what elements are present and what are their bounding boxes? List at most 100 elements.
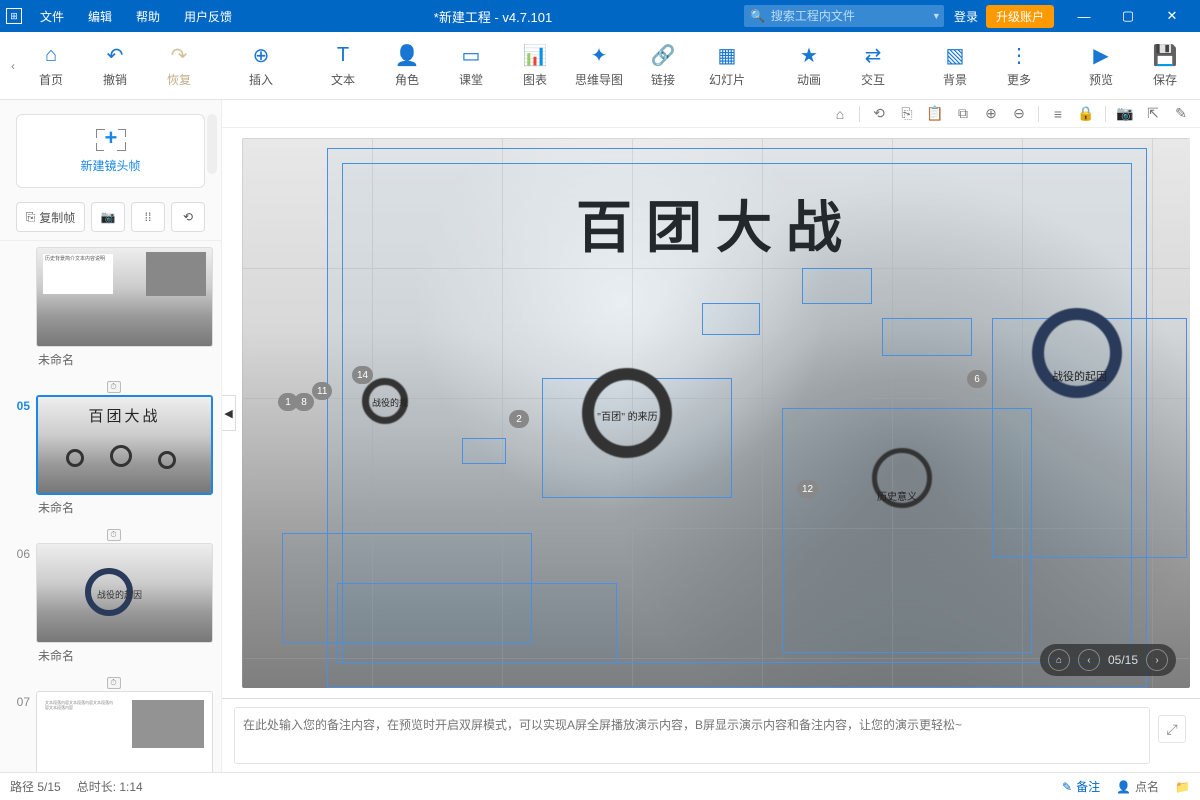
mindmap-button[interactable]: ✦思维导图 bbox=[568, 38, 630, 94]
chart-button-label: 图表 bbox=[523, 71, 547, 88]
thumb-number: 06 bbox=[6, 543, 30, 561]
toolbar-scroll-left[interactable]: ‹ bbox=[6, 59, 20, 73]
ink-circle-icon[interactable] bbox=[1032, 308, 1122, 398]
camera-button[interactable]: 📷 bbox=[91, 202, 125, 232]
interact-button[interactable]: ⇄交互 bbox=[842, 38, 904, 94]
lock-icon[interactable]: 🔒 bbox=[1077, 105, 1095, 122]
canvas-label[interactable]: "百团" 的来历 bbox=[597, 408, 658, 423]
refresh-button[interactable]: ⟲ bbox=[171, 202, 205, 232]
notes-input[interactable] bbox=[234, 707, 1150, 764]
minimize-button[interactable]: — bbox=[1062, 0, 1106, 32]
canvas-label[interactable]: 战役的规 bbox=[372, 396, 408, 409]
folder-button[interactable]: 📁 bbox=[1175, 780, 1190, 794]
copy-icon[interactable]: ⎘ bbox=[898, 105, 916, 122]
animation-button[interactable]: ★动画 bbox=[778, 38, 840, 94]
rotate-left-icon[interactable]: ⟲ bbox=[870, 105, 888, 122]
edit-icon[interactable]: ✎ bbox=[1172, 105, 1190, 122]
close-button[interactable]: ✕ bbox=[1150, 0, 1194, 32]
collapse-sidebar-button[interactable]: ◀ bbox=[222, 395, 236, 431]
next-slide-button[interactable]: › bbox=[1146, 649, 1168, 671]
copy-frame-label: 复制帧 bbox=[39, 209, 75, 226]
canvas-pager: ⌂ ‹ 05/15 › bbox=[1040, 644, 1176, 676]
redo-button[interactable]: ↷ 恢复 bbox=[148, 38, 210, 94]
paste-icon[interactable]: 📋 bbox=[926, 105, 944, 122]
insert-button-label: 插入 bbox=[249, 71, 273, 88]
menu-0[interactable]: 文件 bbox=[30, 4, 74, 29]
chart-button[interactable]: 📊图表 bbox=[504, 38, 566, 94]
home-icon[interactable]: ⌂ bbox=[831, 106, 849, 122]
chevron-down-icon[interactable]: ▼ bbox=[932, 11, 941, 21]
role-button[interactable]: 👤角色 bbox=[376, 38, 438, 94]
element-badge: 11 bbox=[312, 382, 332, 400]
undo-button[interactable]: ↶撤销 bbox=[84, 38, 146, 94]
canvas-label[interactable]: 战役的起因 bbox=[1052, 368, 1107, 384]
canvas-label[interactable]: 历史意义 bbox=[877, 488, 917, 503]
element-badge: 8 bbox=[294, 393, 314, 411]
search-input[interactable] bbox=[771, 9, 926, 23]
page-indicator: 05/15 bbox=[1108, 653, 1138, 667]
stack-icon[interactable]: ⧉ bbox=[954, 105, 972, 122]
timer-icon: ⏱ bbox=[107, 529, 121, 541]
timer-icon: ⏱ bbox=[107, 381, 121, 393]
selection-box[interactable] bbox=[882, 318, 972, 356]
animation-button-icon: ★ bbox=[797, 43, 821, 67]
thumbnail[interactable]: 历史背景简介文本内容说明 bbox=[36, 247, 213, 347]
home-nav-button[interactable]: ⌂ bbox=[1048, 649, 1070, 671]
slide-button[interactable]: ▦幻灯片 bbox=[696, 38, 758, 94]
home-button[interactable]: ⌂首页 bbox=[20, 38, 82, 94]
background-button-icon: ▧ bbox=[943, 43, 967, 67]
prev-slide-button[interactable]: ‹ bbox=[1078, 649, 1100, 671]
background-button-label: 背景 bbox=[943, 71, 967, 88]
element-badge: 14 bbox=[352, 366, 373, 384]
role-button-label: 角色 bbox=[395, 71, 419, 88]
zoom-out-icon[interactable]: ⊖ bbox=[1010, 105, 1028, 122]
likes-button[interactable]: 👤 点名 bbox=[1116, 778, 1159, 795]
link-button-icon: 🔗 bbox=[651, 43, 675, 67]
class-button-icon: ▭ bbox=[459, 43, 483, 67]
search-box[interactable]: 🔍 ▼ bbox=[744, 5, 944, 27]
link-button-label: 链接 bbox=[651, 71, 675, 88]
upgrade-button[interactable]: 升级账户 bbox=[986, 5, 1054, 28]
thumbnail-row: 06 战役的起因未命名 bbox=[6, 543, 221, 668]
thumbnail[interactable]: 战役的起因 bbox=[36, 543, 213, 643]
login-link[interactable]: 登录 bbox=[954, 8, 978, 25]
menu-2[interactable]: 帮助 bbox=[126, 4, 170, 29]
scan-button[interactable]: ⁞⁞ bbox=[131, 202, 165, 232]
background-button[interactable]: ▧ 背景 bbox=[924, 38, 986, 94]
selection-box[interactable] bbox=[802, 268, 872, 304]
redo-button-label: 恢复 bbox=[167, 71, 191, 88]
maximize-button[interactable]: ▢ bbox=[1106, 0, 1150, 32]
path-indicator: 路径 5/15 bbox=[10, 778, 61, 795]
new-frame-button[interactable]: + 新建镜头帧 bbox=[16, 114, 205, 188]
preview-button-label: 预览 bbox=[1089, 71, 1113, 88]
menu-1[interactable]: 编辑 bbox=[78, 4, 122, 29]
link-button[interactable]: 🔗 链接 bbox=[632, 38, 694, 94]
menu-3[interactable]: 用户反馈 bbox=[174, 4, 242, 29]
export-icon[interactable]: ⇱ bbox=[1144, 105, 1162, 122]
thumb-label: 未命名 bbox=[36, 643, 213, 668]
more-button[interactable]: ⋮更多 bbox=[988, 38, 1050, 94]
camera-icon[interactable]: 📷 bbox=[1116, 105, 1134, 122]
preview-button[interactable]: ▶预览 bbox=[1070, 38, 1132, 94]
text-button[interactable]: T文本 bbox=[312, 38, 374, 94]
notes-toggle[interactable]: ✎ 备注 bbox=[1062, 778, 1100, 795]
thumbnail[interactable]: 文本段落内容文本段落内容文本段落内容文本段落内容 bbox=[36, 691, 213, 772]
thumbnail[interactable]: 百团大战 bbox=[36, 395, 213, 495]
text-button-label: 文本 bbox=[331, 71, 355, 88]
insert-button-icon: ⊕ bbox=[249, 43, 273, 67]
align-icon[interactable]: ≡ bbox=[1049, 106, 1067, 122]
zoom-in-icon[interactable]: ⊕ bbox=[982, 105, 1000, 122]
canvas[interactable]: 百团大战 战役的规 "百团" 的来历 bbox=[242, 138, 1190, 688]
redo-button-icon: ↷ bbox=[167, 43, 191, 67]
copy-frame-button[interactable]: ⎘ 复制帧 bbox=[16, 202, 85, 232]
expand-notes-button[interactable]: ⤢ bbox=[1158, 715, 1186, 743]
sidebar-scrollbar[interactable] bbox=[207, 114, 217, 174]
home-button-icon: ⌂ bbox=[39, 43, 63, 67]
save-button[interactable]: 💾保存 bbox=[1134, 38, 1194, 94]
selection-box[interactable] bbox=[462, 438, 506, 464]
insert-button[interactable]: ⊕ 插入 bbox=[230, 38, 292, 94]
class-button[interactable]: ▭课堂 bbox=[440, 38, 502, 94]
selection-box[interactable] bbox=[702, 303, 760, 335]
undo-button-label: 撤销 bbox=[103, 71, 127, 88]
selection-box[interactable] bbox=[337, 583, 617, 663]
